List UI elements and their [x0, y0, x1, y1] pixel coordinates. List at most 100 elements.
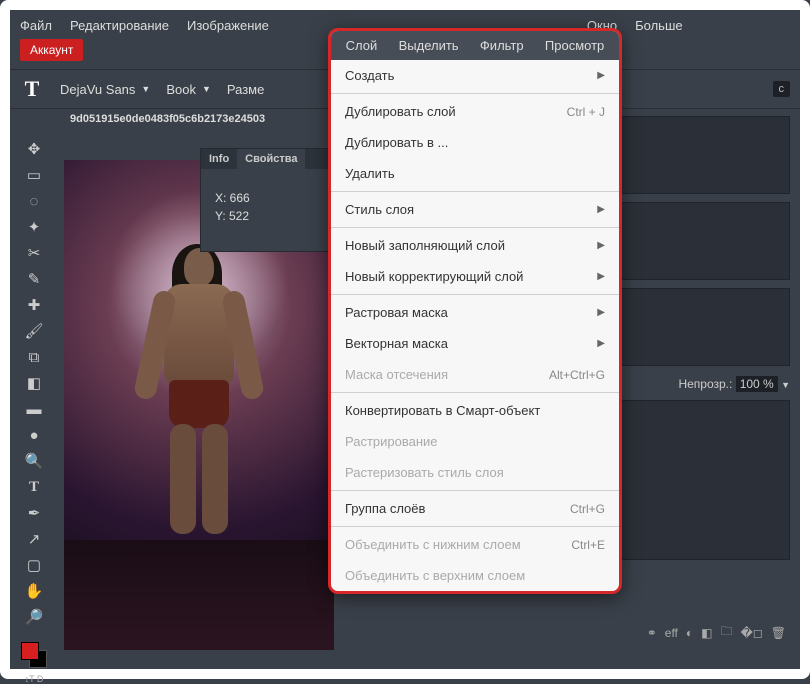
path-tool-icon[interactable]: ↗ — [22, 528, 46, 550]
menu-item-convert-smart[interactable]: Конвертировать в Смарт-объект — [331, 395, 619, 426]
menu-item-label: Новый корректирующий слой — [345, 269, 523, 284]
menu-item-label: Стиль слоя — [345, 202, 414, 217]
menu-item-delete[interactable]: Удалить — [331, 158, 619, 189]
menu-item-label: Маска отсечения — [345, 367, 448, 382]
panel-box-3[interactable] — [614, 288, 790, 366]
font-weight-select[interactable]: Book ▼ — [166, 82, 211, 97]
font-family-select[interactable]: DejaVu Sans ▼ — [60, 82, 150, 97]
trash-icon[interactable]: 🗑 — [771, 626, 786, 640]
marquee-tool-icon[interactable]: ▭ — [22, 164, 46, 186]
layers-list[interactable] — [614, 400, 790, 560]
panel-box-2[interactable] — [614, 202, 790, 280]
submenu-arrow-icon: ▶ — [597, 271, 605, 282]
stamp-tool-icon[interactable]: ⧉ — [22, 346, 46, 368]
account-button[interactable]: Аккаунт — [20, 39, 83, 61]
menu-layer[interactable]: Слой — [346, 38, 378, 53]
blur-tool-icon[interactable]: ● — [22, 424, 46, 446]
menu-file[interactable]: Файл — [20, 18, 52, 33]
menu-item-label: Объединить с верхним слоем — [345, 568, 525, 583]
menu-item-label: Создать — [345, 68, 394, 83]
new-layer-icon[interactable]: �◻ — [741, 626, 763, 640]
layer-dropdown-menu: Слой Выделить Фильтр Просмотр Создать ▶ … — [328, 28, 622, 594]
heal-tool-icon[interactable]: ✚ — [22, 294, 46, 316]
menu-item-vector-mask[interactable]: Векторная маска ▶ — [331, 328, 619, 359]
gradient-tool-icon[interactable]: ▬ — [22, 398, 46, 420]
menu-item-label: Растрирование — [345, 434, 438, 449]
submenu-arrow-icon: ▶ — [597, 70, 605, 81]
menu-item-label: Конвертировать в Смарт-объект — [345, 403, 540, 418]
properties-tab[interactable]: Свойства — [237, 149, 305, 169]
menu-shortcut: Ctrl + J — [567, 105, 605, 119]
canvas-fit-control[interactable]: c — [773, 81, 791, 97]
document-tab[interactable]: 9d051915e0de0483f05c6b2173e24503 — [70, 113, 265, 125]
dodge-tool-icon[interactable]: 🔍 — [22, 450, 46, 472]
pen-tool-icon[interactable]: ✒ — [22, 502, 46, 524]
info-panel: Info Свойства X: 666 Y: 522 — [200, 148, 334, 252]
menu-view[interactable]: Просмотр — [545, 38, 604, 53]
tools-panel: ✥ ▭ ◌ ✦ ✂ ✎ ✚ 🖌 ⧉ ◧ ▬ ● 🔍 T ✒ ↗ ▢ ✋ 🔎 ↕T… — [20, 138, 48, 684]
menu-item-layer-style[interactable]: Стиль слоя ▶ — [331, 194, 619, 225]
menu-item-label: Растеризовать стиль слоя — [345, 465, 504, 480]
opacity-value[interactable]: 100 % — [736, 376, 778, 392]
menu-item-label: Дублировать слой — [345, 104, 456, 119]
submenu-arrow-icon: ▶ — [597, 204, 605, 215]
menu-shortcut: Ctrl+E — [571, 538, 605, 552]
dropdown-menubar-section: Слой Выделить Фильтр Просмотр — [331, 31, 619, 60]
submenu-arrow-icon: ▶ — [597, 338, 605, 349]
shape-tool-icon[interactable]: ▢ — [22, 554, 46, 576]
eyedropper-tool-icon[interactable]: ✎ — [22, 268, 46, 290]
menu-more[interactable]: Больше — [635, 18, 683, 33]
menu-item-merge-up: Объединить с верхним слоем — [331, 560, 619, 591]
chevron-down-icon: ▼ — [141, 84, 150, 94]
chevron-down-icon: ▼ — [202, 84, 211, 94]
type-tool-icon[interactable]: T — [22, 476, 46, 498]
eraser-tool-icon[interactable]: ◧ — [22, 372, 46, 394]
submenu-arrow-icon: ▶ — [597, 240, 605, 251]
foreground-color[interactable] — [21, 642, 39, 660]
mask-icon[interactable]: ◧ — [701, 626, 712, 640]
menu-shortcut: Ctrl+G — [570, 502, 605, 516]
menu-item-create[interactable]: Создать ▶ — [331, 60, 619, 91]
crop-tool-icon[interactable]: ✂ — [22, 242, 46, 264]
menu-filter[interactable]: Фильтр — [480, 38, 524, 53]
move-tool-icon[interactable]: ✥ — [22, 138, 46, 160]
font-size-label[interactable]: Разме — [227, 82, 264, 97]
menu-item-rasterize-style: Растеризовать стиль слоя — [331, 457, 619, 488]
hand-tool-icon[interactable]: ✋ — [22, 580, 46, 602]
menu-image[interactable]: Изображение — [187, 18, 269, 33]
info-tab[interactable]: Info — [201, 149, 237, 169]
menu-item-label: Растровая маска — [345, 305, 448, 320]
menu-item-label: Новый заполняющий слой — [345, 238, 505, 253]
folder-icon[interactable]: 🗀 — [720, 622, 732, 643]
lasso-tool-icon[interactable]: ◌ — [22, 190, 46, 212]
menu-item-label: Удалить — [345, 166, 395, 181]
menu-item-new-fill[interactable]: Новый заполняющий слой ▶ — [331, 230, 619, 261]
menu-item-duplicate-into[interactable]: Дублировать в ... — [331, 127, 619, 158]
menu-item-new-adjustment[interactable]: Новый корректирующий слой ▶ — [331, 261, 619, 292]
wand-tool-icon[interactable]: ✦ — [22, 216, 46, 238]
layer-footer-icons: ⚭ eff ◐ ◧ 🗀 �◻ 🗑 — [643, 616, 790, 649]
menu-edit[interactable]: Редактирование — [70, 18, 169, 33]
menu-item-duplicate-layer[interactable]: Дублировать слой Ctrl + J — [331, 96, 619, 127]
link-icon[interactable]: ⚭ — [647, 626, 657, 640]
menu-item-label: Группа слоёв — [345, 501, 425, 516]
brush-tool-icon[interactable]: 🖌 — [22, 320, 46, 342]
menu-item-group[interactable]: Группа слоёв Ctrl+G — [331, 493, 619, 524]
info-x: X: 666 — [215, 191, 319, 205]
panel-box-1[interactable] — [614, 116, 790, 194]
fx-icon[interactable]: eff — [665, 626, 678, 640]
menu-select[interactable]: Выделить — [399, 38, 459, 53]
menu-item-label: Дублировать в ... — [345, 135, 448, 150]
menu-item-clipping-mask: Маска отсечения Alt+Ctrl+G — [331, 359, 619, 390]
swatch-swap-label[interactable]: ↕T D — [21, 674, 47, 684]
color-swatches[interactable] — [21, 642, 47, 668]
menu-shortcut: Alt+Ctrl+G — [549, 368, 605, 382]
opacity-label: Непрозр.: — [678, 377, 732, 391]
right-panels: Непрозр.: 100 % ▼ ⚭ eff ◐ ◧ 🗀 �◻ 🗑 — [614, 116, 790, 649]
menu-item-raster-mask[interactable]: Растровая маска ▶ — [331, 297, 619, 328]
opacity-row: Непрозр.: 100 % ▼ — [614, 374, 790, 400]
adjustment-icon[interactable]: ◐ — [686, 626, 693, 640]
chevron-down-icon[interactable]: ▼ — [781, 380, 790, 390]
menu-item-label: Объединить с нижним слоем — [345, 537, 521, 552]
zoom-tool-icon[interactable]: 🔎 — [22, 606, 46, 628]
